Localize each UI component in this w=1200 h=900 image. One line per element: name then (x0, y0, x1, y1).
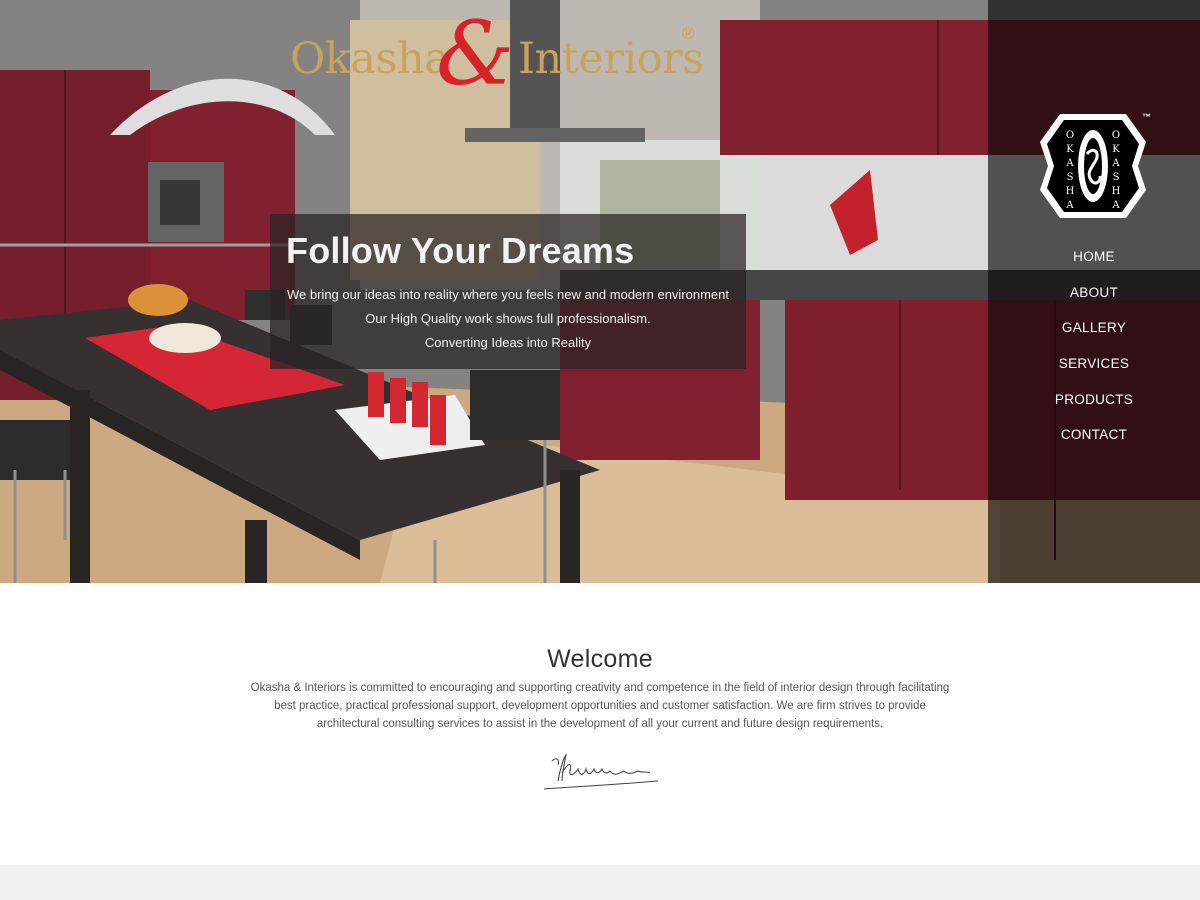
brand-name-left: Okasha (290, 34, 450, 84)
brand-logo[interactable]: Okasha & Interiors ® (290, 10, 710, 98)
svg-text:O: O (1066, 130, 1074, 141)
registered-mark: ® (682, 24, 695, 43)
nav-item-home[interactable]: HOME (988, 245, 1200, 281)
trademark-mark: ™ (1142, 112, 1151, 122)
svg-text:K: K (1066, 144, 1074, 155)
svg-text:S: S (1113, 172, 1120, 183)
nav-item-services[interactable]: SERVICES (988, 352, 1200, 388)
nav-item-about[interactable]: ABOUT (988, 281, 1200, 317)
nav-item-gallery[interactable]: GALLERY (988, 316, 1200, 352)
svg-text:A: A (1065, 158, 1074, 169)
svg-text:H: H (1066, 186, 1075, 197)
hero-line-3: Converting Ideas into Reality (424, 335, 592, 350)
hero-line-1: We bring our ideas into reality where yo… (287, 287, 729, 302)
svg-text:S: S (1067, 172, 1074, 183)
svg-text:K: K (1112, 144, 1120, 155)
welcome-text: Okasha & Interiors is committed to encou… (250, 682, 950, 730)
nav-item-products[interactable]: PRODUCTS (988, 388, 1200, 424)
welcome-section: Welcome Okasha & Interiors is committed … (0, 583, 1200, 865)
svg-text:H: H (1112, 186, 1121, 197)
svg-text:A: A (1111, 158, 1120, 169)
hero-title: Follow Your Dreams (286, 230, 635, 271)
welcome-heading: Welcome (547, 645, 653, 673)
brand-name-right: Interiors (518, 34, 704, 84)
hero-banner: Okasha & Interiors ® Follow Your Dreams … (0, 0, 1200, 583)
main-nav: HOME ABOUT GALLERY SERVICES PRODUCTS CON… (988, 245, 1200, 459)
svg-text:O: O (1112, 130, 1120, 141)
hero-caption-box: Follow Your Dreams We bring our ideas in… (270, 214, 746, 369)
okasha-emblem-icon[interactable]: O K A S H A O K A S H A (1038, 112, 1148, 220)
svg-text:A: A (1065, 200, 1074, 211)
nav-item-contact[interactable]: CONTACT (988, 423, 1200, 459)
svg-text:A: A (1111, 200, 1120, 211)
footer-band (0, 865, 1200, 900)
signature-image (543, 753, 659, 790)
hero-line-2: Our High Quality work shows full profess… (365, 311, 651, 326)
nav-panel: O K A S H A O K A S H A ™ HOME ABOUT GAL… (988, 0, 1200, 583)
brand-ampersand: & (436, 2, 515, 105)
